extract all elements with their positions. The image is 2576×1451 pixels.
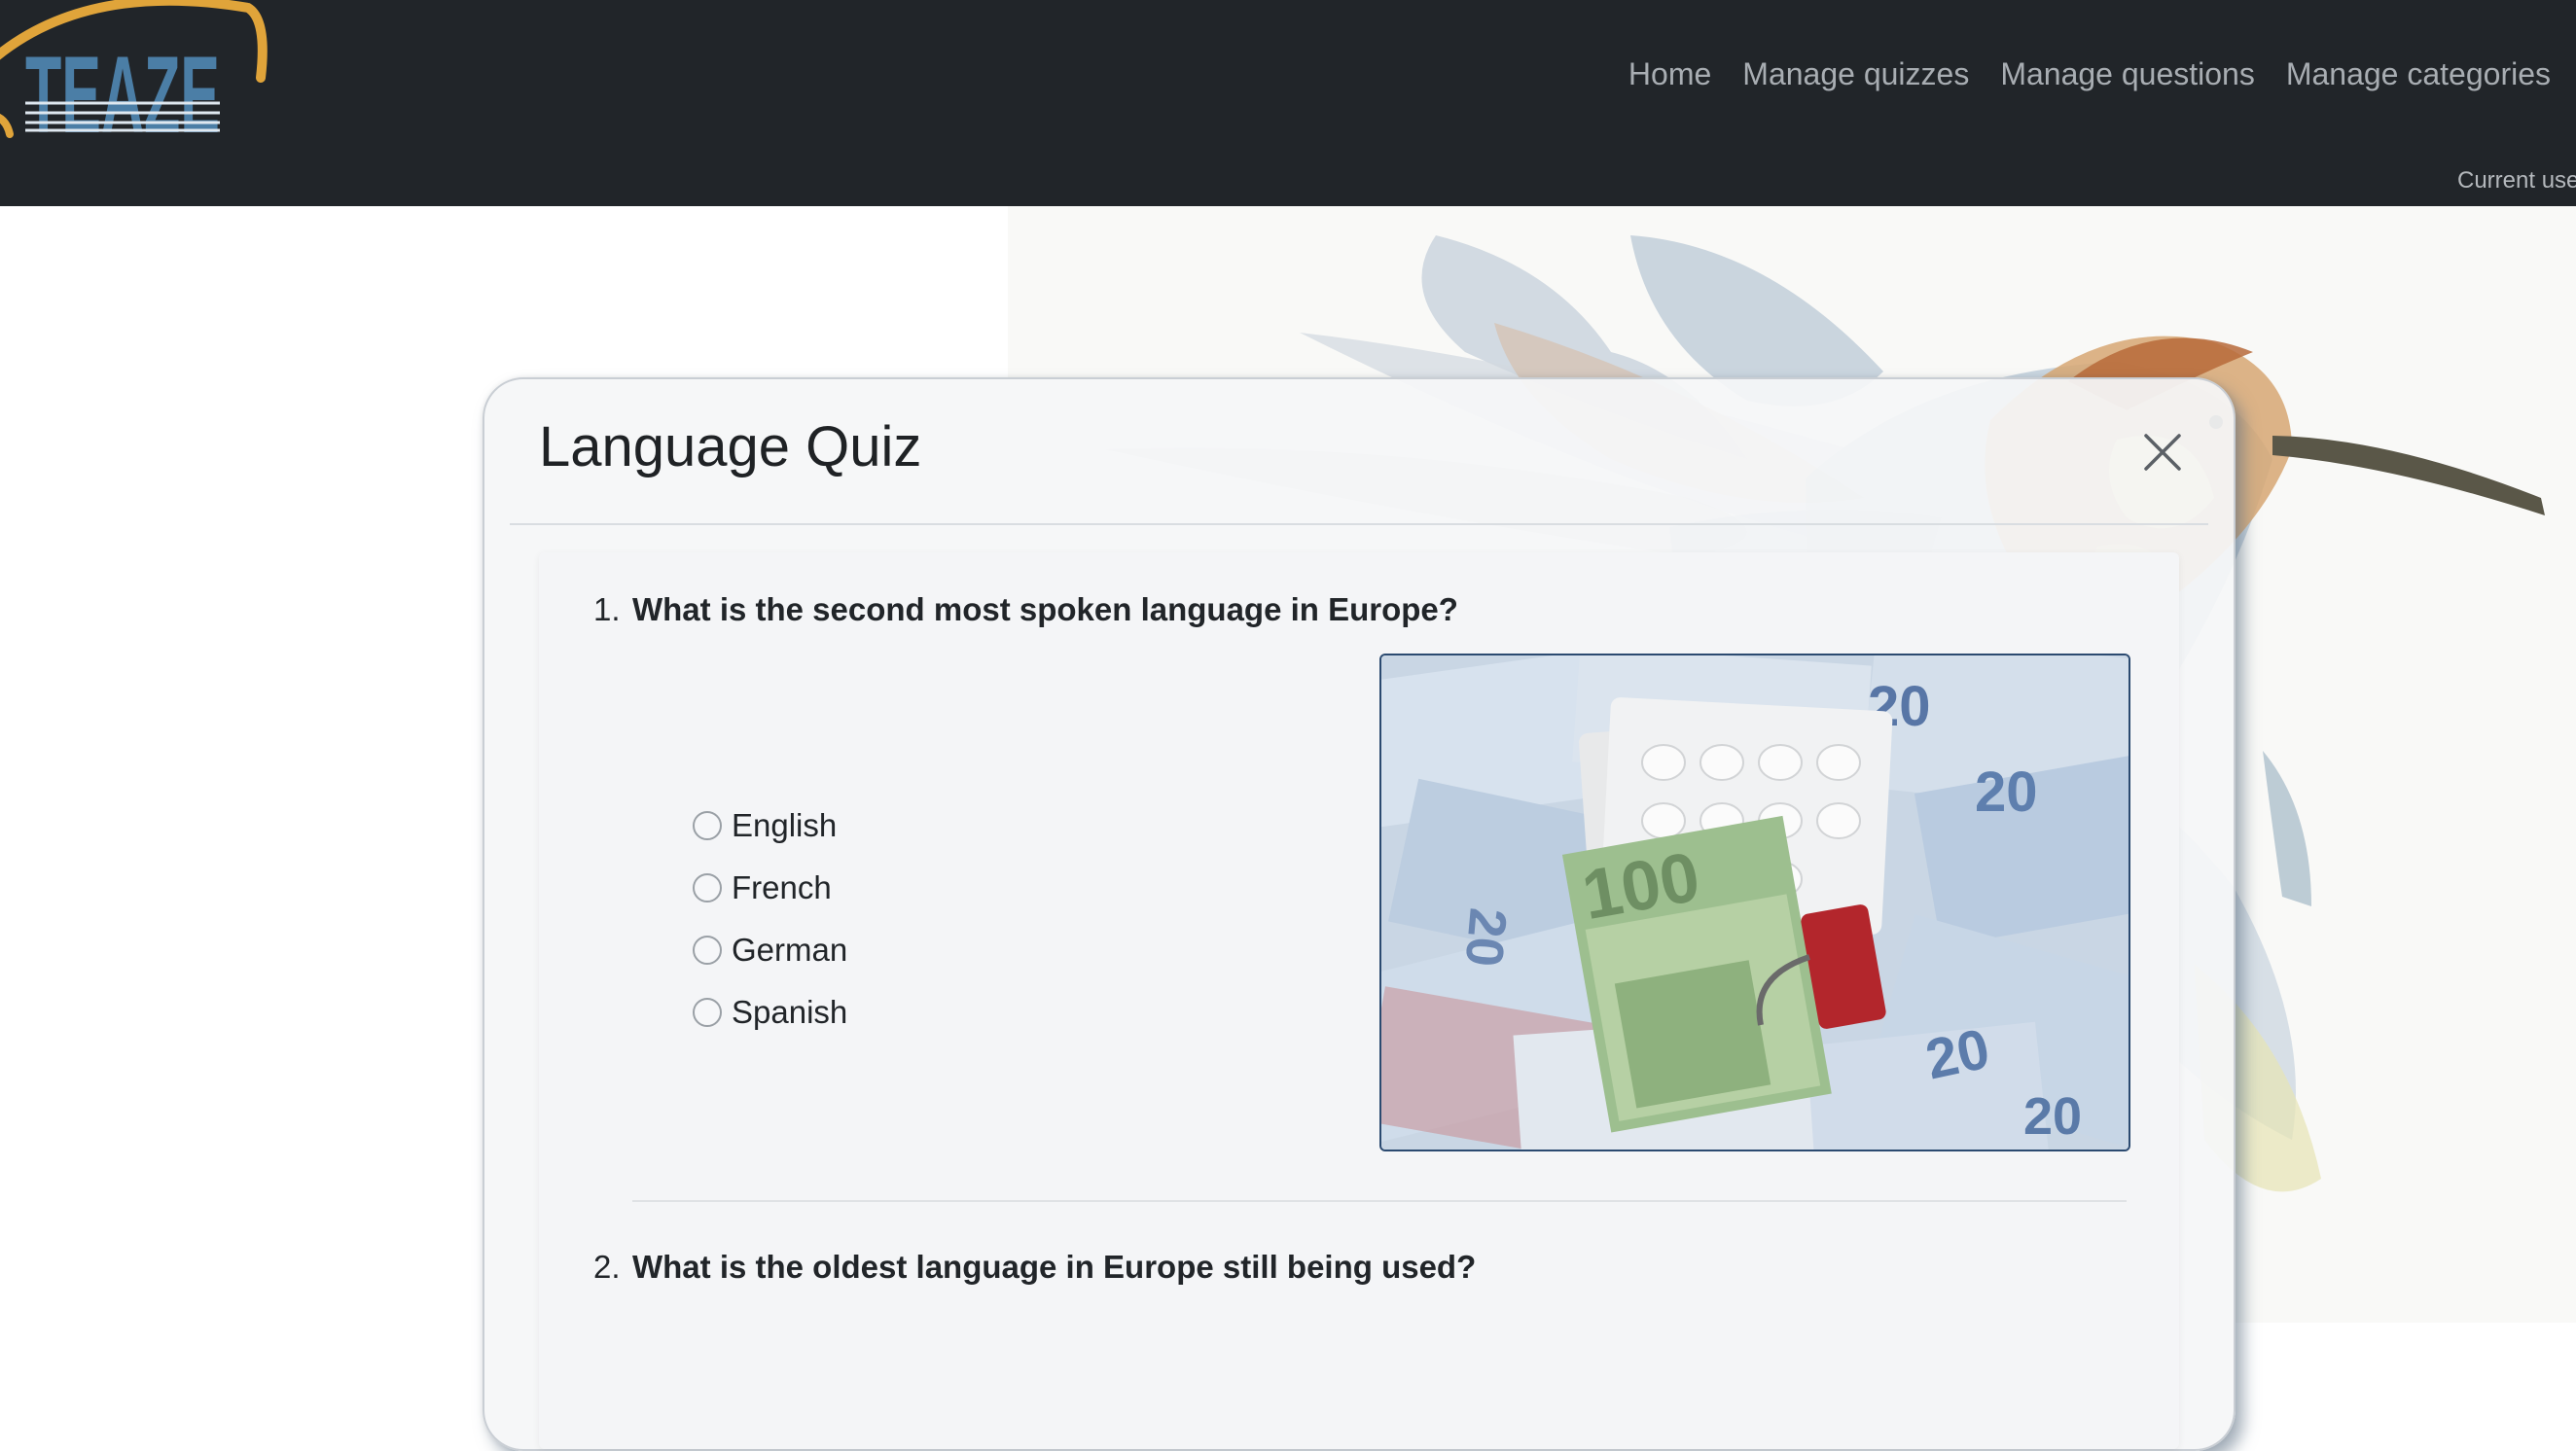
option-french[interactable]: French bbox=[693, 869, 832, 906]
svg-text:20: 20 bbox=[1454, 905, 1518, 969]
radio-english[interactable] bbox=[693, 811, 722, 840]
nav-manage-questions[interactable]: Manage questions bbox=[2000, 56, 2255, 92]
question-1-number: 1. bbox=[593, 591, 621, 627]
question-2-text: What is the oldest language in Europe st… bbox=[632, 1249, 1477, 1285]
navbar: TEAZE Home Manage quizzes Manage questio… bbox=[0, 0, 2576, 206]
svg-text:TEAZE: TEAZE bbox=[25, 34, 220, 156]
euro-banknotes-image: 20 20 20 20 20 100 bbox=[1381, 655, 2129, 1150]
question-divider bbox=[632, 1200, 2127, 1202]
option-spanish[interactable]: Spanish bbox=[693, 994, 847, 1031]
modal-header-divider bbox=[510, 523, 2208, 525]
question-1-image: 20 20 20 20 20 100 bbox=[1379, 654, 2130, 1151]
question-1-text: What is the second most spoken language … bbox=[632, 591, 1458, 627]
svg-text:20: 20 bbox=[1920, 1017, 1995, 1092]
option-label: Spanish bbox=[732, 994, 848, 1030]
option-label: French bbox=[732, 869, 832, 905]
close-icon[interactable] bbox=[2138, 428, 2187, 477]
modal-title: Language Quiz bbox=[539, 415, 922, 478]
teaze-logo[interactable]: TEAZE bbox=[0, 0, 292, 156]
radio-german[interactable] bbox=[693, 936, 722, 965]
nav-manage-quizzes[interactable]: Manage quizzes bbox=[1742, 56, 1969, 92]
option-german[interactable]: German bbox=[693, 932, 847, 969]
radio-spanish[interactable] bbox=[693, 998, 722, 1027]
current-user-label: Current use bbox=[2457, 167, 2576, 194]
radio-french[interactable] bbox=[693, 873, 722, 902]
option-label: English bbox=[732, 807, 838, 843]
nav-home[interactable]: Home bbox=[1628, 56, 1711, 92]
svg-text:20: 20 bbox=[2023, 1087, 2082, 1146]
option-label: German bbox=[732, 932, 848, 968]
nav-links: Home Manage quizzes Manage questions Man… bbox=[1628, 56, 2551, 92]
question-2-number: 2. bbox=[593, 1249, 621, 1285]
option-english[interactable]: English bbox=[693, 807, 837, 844]
quiz-modal: Language Quiz 1. What is the second most… bbox=[483, 377, 2236, 1451]
nav-manage-categories[interactable]: Manage categories bbox=[2286, 56, 2551, 92]
svg-text:20: 20 bbox=[1975, 761, 2038, 824]
questions-card: 1. What is the second most spoken langua… bbox=[539, 552, 2179, 1449]
